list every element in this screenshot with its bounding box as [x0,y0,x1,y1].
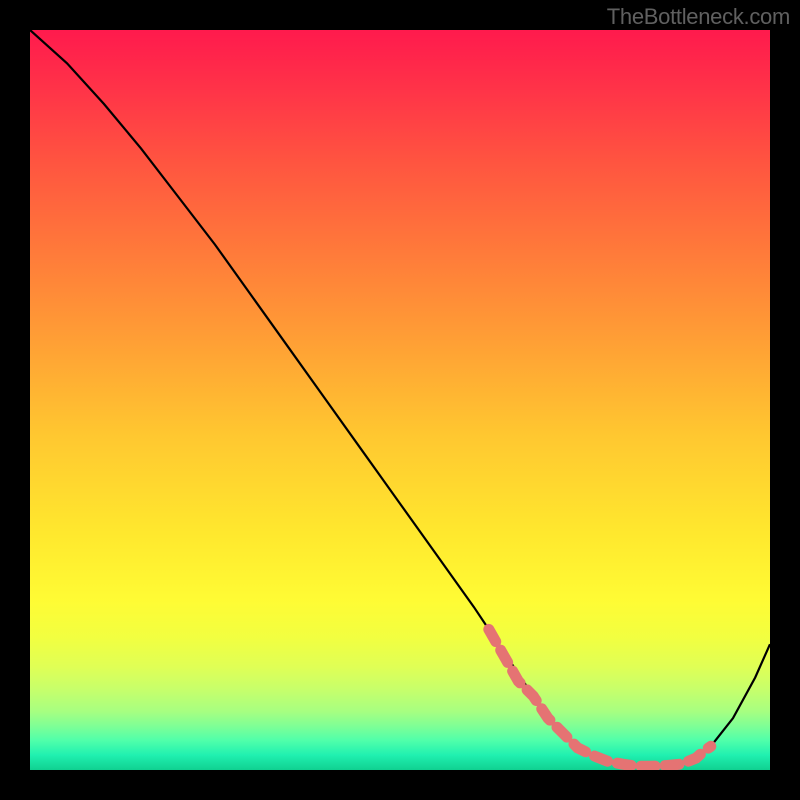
chart-svg [30,30,770,770]
plot-area [30,30,770,770]
highlight-marker-line [489,629,711,766]
bottleneck-curve-line [30,30,770,766]
watermark-text: TheBottleneck.com [607,4,790,30]
